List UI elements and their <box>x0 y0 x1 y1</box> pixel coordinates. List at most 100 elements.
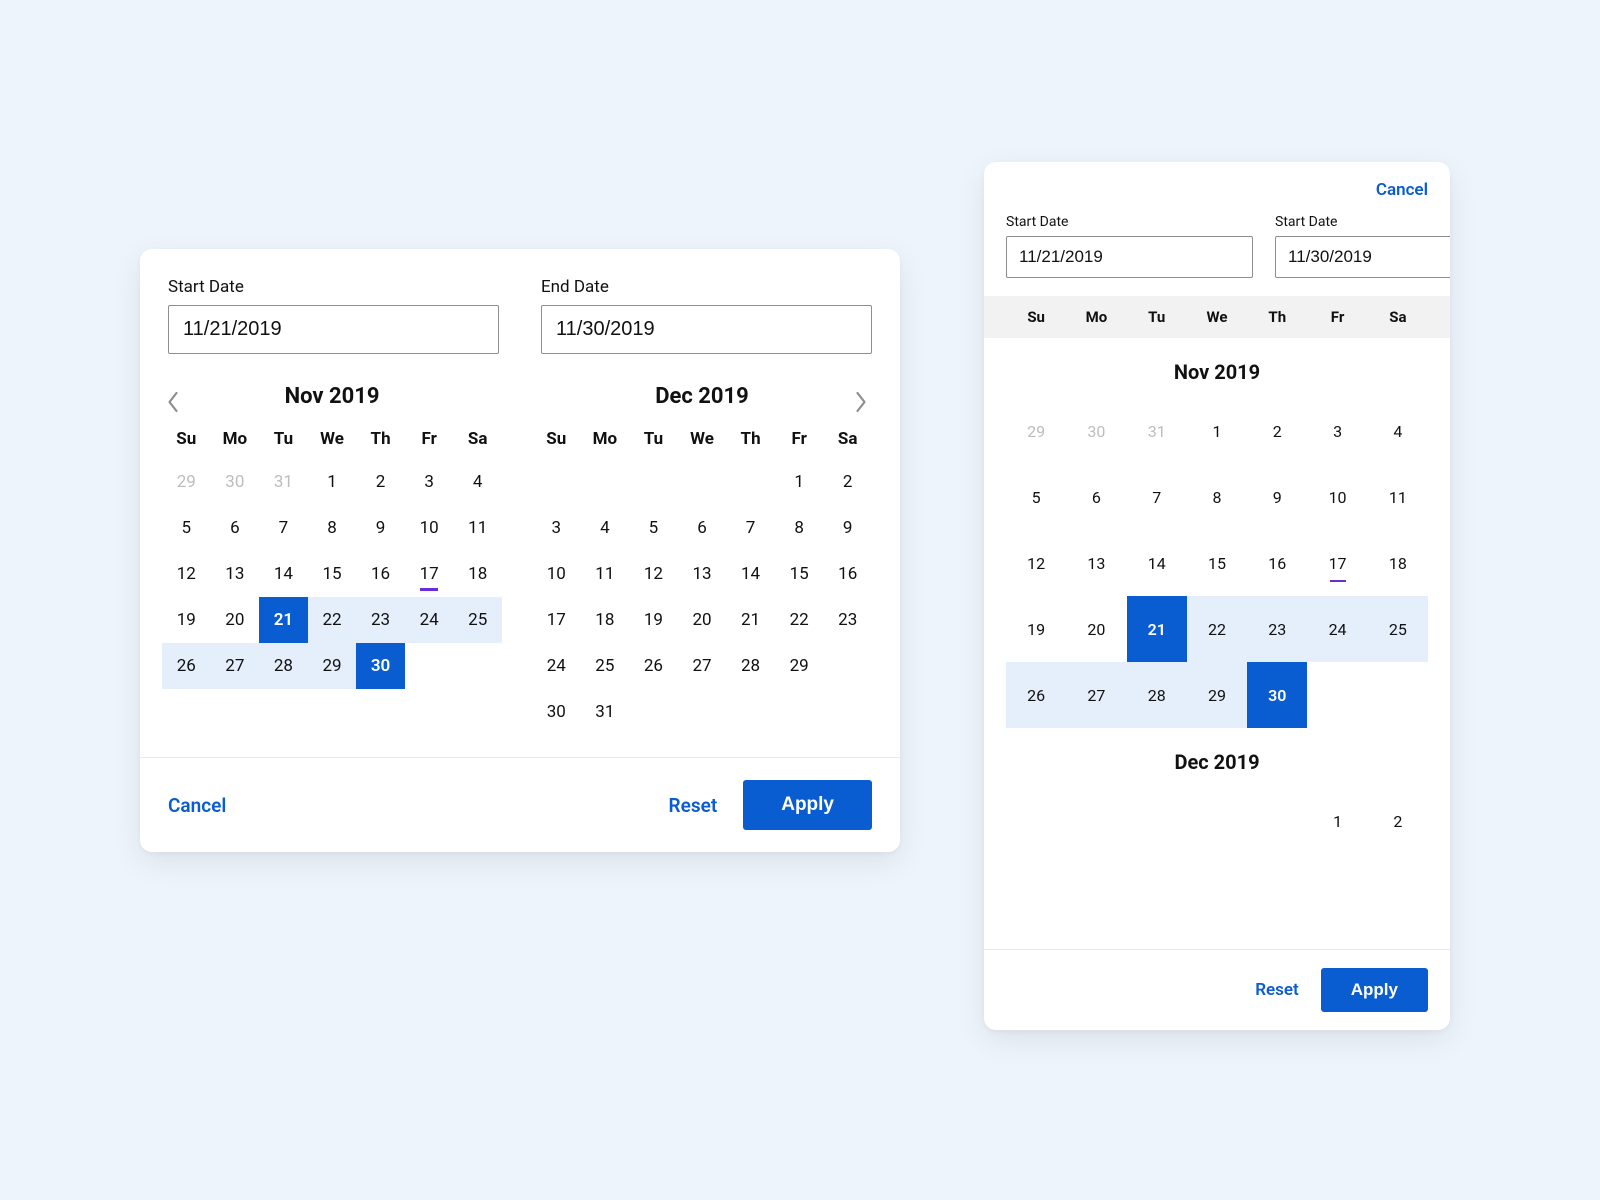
day-cell[interactable]: 26 <box>1006 662 1066 728</box>
day-cell[interactable]: 20 <box>211 597 260 643</box>
day-cell[interactable]: 6 <box>678 505 727 551</box>
day-cell[interactable]: 2 <box>356 459 405 505</box>
day-cell[interactable]: 16 <box>356 551 405 597</box>
day-cell[interactable]: 24 <box>405 597 454 643</box>
day-cell[interactable]: 5 <box>1006 464 1066 530</box>
day-cell[interactable]: 8 <box>1187 464 1247 530</box>
day-cell[interactable]: 17 <box>532 597 581 643</box>
day-cell[interactable]: 25 <box>453 597 502 643</box>
reset-button[interactable]: Reset <box>669 794 718 817</box>
day-cell[interactable]: 16 <box>1247 530 1307 596</box>
day-cell[interactable]: 1 <box>1187 398 1247 464</box>
day-cell[interactable]: 27 <box>211 643 260 689</box>
day-cell[interactable]: 3 <box>532 505 581 551</box>
day-cell[interactable]: 2 <box>1368 788 1428 854</box>
day-cell[interactable]: 21 <box>1127 596 1187 662</box>
day-cell[interactable]: 28 <box>726 643 775 689</box>
day-cell[interactable]: 28 <box>259 643 308 689</box>
day-cell[interactable]: 19 <box>1006 596 1066 662</box>
day-cell[interactable]: 16 <box>823 551 872 597</box>
next-month-button[interactable] <box>846 387 876 417</box>
day-cell[interactable]: 8 <box>308 505 357 551</box>
day-cell[interactable]: 21 <box>259 597 308 643</box>
day-cell[interactable]: 14 <box>259 551 308 597</box>
day-cell[interactable]: 23 <box>823 597 872 643</box>
day-cell[interactable]: 10 <box>532 551 581 597</box>
day-cell[interactable]: 13 <box>678 551 727 597</box>
day-cell[interactable]: 7 <box>1127 464 1187 530</box>
day-cell[interactable]: 14 <box>1127 530 1187 596</box>
day-cell[interactable]: 11 <box>1368 464 1428 530</box>
reset-button[interactable]: Reset <box>1255 980 1299 1000</box>
day-cell[interactable]: 25 <box>1368 596 1428 662</box>
day-cell[interactable]: 5 <box>162 505 211 551</box>
start-date-input[interactable] <box>168 305 499 354</box>
day-cell[interactable]: 30 <box>1066 398 1126 464</box>
day-cell[interactable]: 18 <box>581 597 630 643</box>
day-cell[interactable]: 7 <box>726 505 775 551</box>
day-cell[interactable]: 31 <box>1127 398 1187 464</box>
day-cell[interactable]: 18 <box>1368 530 1428 596</box>
day-cell[interactable]: 13 <box>1066 530 1126 596</box>
day-cell[interactable]: 1 <box>1307 788 1367 854</box>
day-cell[interactable]: 27 <box>678 643 727 689</box>
day-cell[interactable]: 3 <box>405 459 454 505</box>
day-cell[interactable]: 30 <box>1247 662 1307 728</box>
day-cell[interactable]: 3 <box>1307 398 1367 464</box>
day-cell[interactable]: 7 <box>259 505 308 551</box>
day-cell[interactable]: 15 <box>308 551 357 597</box>
day-cell[interactable]: 9 <box>1247 464 1307 530</box>
day-cell[interactable]: 1 <box>308 459 357 505</box>
day-cell[interactable]: 27 <box>1066 662 1126 728</box>
day-cell[interactable]: 15 <box>775 551 824 597</box>
day-cell[interactable]: 11 <box>581 551 630 597</box>
start-date-input[interactable] <box>1006 236 1253 278</box>
apply-button[interactable]: Apply <box>743 780 872 830</box>
day-cell[interactable]: 18 <box>453 551 502 597</box>
day-cell[interactable]: 30 <box>532 689 581 735</box>
day-cell[interactable]: 22 <box>1187 596 1247 662</box>
day-cell[interactable]: 31 <box>259 459 308 505</box>
day-cell[interactable]: 6 <box>1066 464 1126 530</box>
day-cell[interactable]: 4 <box>581 505 630 551</box>
day-cell[interactable]: 15 <box>1187 530 1247 596</box>
day-cell[interactable]: 31 <box>581 689 630 735</box>
day-cell[interactable]: 22 <box>308 597 357 643</box>
day-cell[interactable]: 23 <box>356 597 405 643</box>
day-cell[interactable]: 30 <box>211 459 260 505</box>
day-cell[interactable]: 26 <box>162 643 211 689</box>
day-cell[interactable]: 14 <box>726 551 775 597</box>
end-date-input[interactable] <box>1275 236 1450 278</box>
day-cell[interactable]: 6 <box>211 505 260 551</box>
day-cell[interactable]: 9 <box>356 505 405 551</box>
day-cell[interactable]: 20 <box>1066 596 1126 662</box>
day-cell[interactable]: 8 <box>775 505 824 551</box>
day-cell[interactable]: 9 <box>823 505 872 551</box>
day-cell[interactable]: 29 <box>1187 662 1247 728</box>
day-cell[interactable]: 17 <box>405 551 454 597</box>
day-cell[interactable]: 29 <box>1006 398 1066 464</box>
day-cell[interactable]: 2 <box>823 459 872 505</box>
day-cell[interactable]: 10 <box>1307 464 1367 530</box>
day-cell[interactable]: 12 <box>629 551 678 597</box>
mobile-month-scroll[interactable]: Nov 201929303112345678910111213141516171… <box>984 338 1450 949</box>
day-cell[interactable]: 29 <box>308 643 357 689</box>
day-cell[interactable]: 28 <box>1127 662 1187 728</box>
day-cell[interactable]: 5 <box>629 505 678 551</box>
day-cell[interactable]: 23 <box>1247 596 1307 662</box>
day-cell[interactable]: 22 <box>775 597 824 643</box>
day-cell[interactable]: 24 <box>532 643 581 689</box>
apply-button[interactable]: Apply <box>1321 968 1428 1012</box>
day-cell[interactable]: 20 <box>678 597 727 643</box>
day-cell[interactable]: 24 <box>1307 596 1367 662</box>
end-date-input[interactable] <box>541 305 872 354</box>
day-cell[interactable]: 29 <box>775 643 824 689</box>
day-cell[interactable]: 11 <box>453 505 502 551</box>
day-cell[interactable]: 12 <box>162 551 211 597</box>
cancel-button[interactable]: Cancel <box>168 794 226 817</box>
day-cell[interactable]: 21 <box>726 597 775 643</box>
day-cell[interactable]: 26 <box>629 643 678 689</box>
day-cell[interactable]: 17 <box>1307 530 1367 596</box>
day-cell[interactable]: 29 <box>162 459 211 505</box>
day-cell[interactable]: 4 <box>1368 398 1428 464</box>
